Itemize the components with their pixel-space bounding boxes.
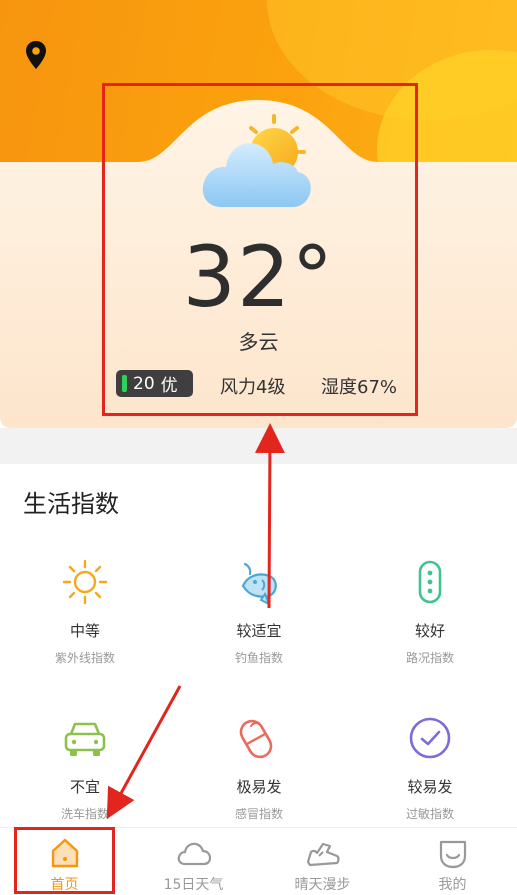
nav-label: 15日天气 <box>163 877 224 893</box>
cloud-icon <box>177 842 211 866</box>
section-separator <box>0 428 517 464</box>
profile-icon <box>439 840 466 869</box>
index-item-cold[interactable]: 极易发 感冒指数 <box>174 714 344 822</box>
shoe-icon <box>306 842 340 867</box>
index-item-carwash[interactable]: 不宜 洗车指数 <box>0 714 170 822</box>
nav-mine[interactable]: 我的 <box>388 836 517 894</box>
current-temperature: 32° <box>182 228 335 326</box>
index-value: 较适宜 <box>236 622 282 640</box>
index-item-fishing[interactable]: 较适宜 钓鱼指数 <box>174 558 344 666</box>
index-name: 紫外线指数 <box>54 651 115 665</box>
location-pin-icon[interactable] <box>24 40 48 70</box>
fish-icon <box>241 562 277 606</box>
allergy-check-icon <box>409 717 451 759</box>
nav-sunny-walk[interactable]: 晴天漫步 <box>258 836 387 894</box>
aqi-level: 优 <box>160 376 178 396</box>
bottom-navigation: 首页 15日天气 晴天漫步 我的 <box>0 827 517 895</box>
index-name: 钓鱼指数 <box>234 651 283 665</box>
index-value: 不宜 <box>69 778 100 796</box>
nav-label: 我的 <box>438 877 467 893</box>
index-name: 路况指数 <box>405 651 454 665</box>
index-item-uv[interactable]: 中等 紫外线指数 <box>0 558 170 666</box>
nav-label: 晴天漫步 <box>294 877 351 893</box>
index-value: 较好 <box>414 622 445 640</box>
traffic-light-icon <box>418 560 442 604</box>
partly-cloudy-icon <box>202 114 311 207</box>
car-icon <box>64 722 106 756</box>
nav-home[interactable]: 首页 <box>0 836 129 894</box>
weather-condition: 多云 <box>238 330 279 354</box>
humidity: 湿度67% <box>321 377 398 398</box>
air-quality-badge[interactable]: 20 优 <box>116 370 193 397</box>
aqi-level-bar <box>122 375 127 392</box>
sun-icon <box>62 559 108 605</box>
index-name: 感冒指数 <box>234 807 283 821</box>
index-value: 极易发 <box>236 778 282 796</box>
pill-icon <box>239 719 273 759</box>
index-name: 过敏指数 <box>405 807 454 821</box>
nav-15-day[interactable]: 15日天气 <box>129 836 258 894</box>
index-item-traffic[interactable]: 较好 路况指数 <box>345 558 515 666</box>
life-index-title: 生活指数 <box>23 490 119 518</box>
home-icon <box>51 838 78 868</box>
wind-level: 风力4级 <box>220 377 286 398</box>
index-name: 洗车指数 <box>60 807 109 821</box>
aqi-value: 20 <box>133 373 155 394</box>
nav-label: 首页 <box>50 877 79 893</box>
index-value: 较易发 <box>407 778 453 796</box>
index-value: 中等 <box>69 622 100 640</box>
index-item-allergy[interactable]: 较易发 过敏指数 <box>345 714 515 822</box>
